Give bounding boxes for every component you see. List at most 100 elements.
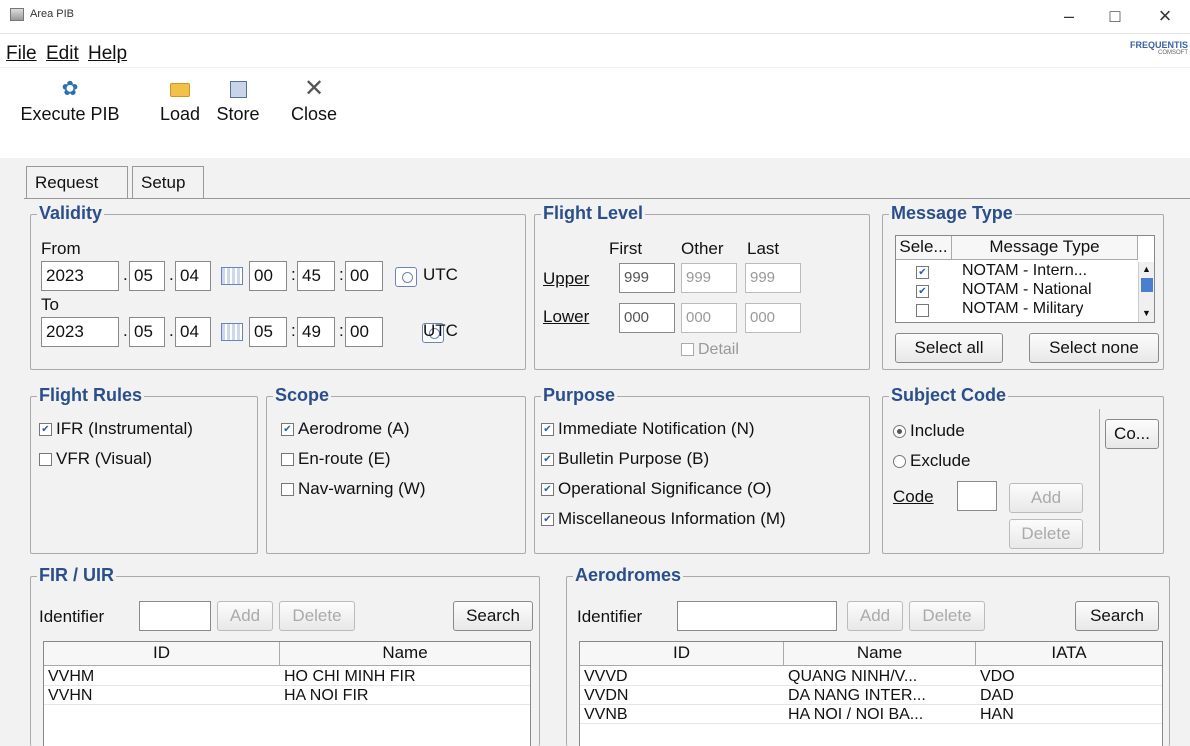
col-other-label: Other <box>681 239 724 258</box>
fir-row-name: HO CHI MINH FIR <box>284 668 416 685</box>
from-day-field[interactable]: 04 <box>175 261 211 291</box>
close-button[interactable]: ✕ Close <box>284 74 344 125</box>
fir-uir-title: FIR / UIR <box>37 565 116 586</box>
msg-row-checkbox[interactable]: ✔ <box>916 285 929 299</box>
msg-row-label: NOTAM - Intern... <box>962 262 1088 279</box>
vfr-checkbox[interactable]: VFR (Visual) <box>39 449 152 469</box>
message-type-group: Message Type Sele... Message Type ✔ NOTA… <box>882 203 1164 370</box>
store-button[interactable]: Store <box>210 74 266 125</box>
from-tz-label: UTC <box>423 265 458 284</box>
select-all-button[interactable]: Select all <box>895 333 1003 363</box>
col-select-header[interactable]: Sele... <box>896 236 952 260</box>
time-separator: : <box>291 265 296 284</box>
fir-col-id-header[interactable]: ID <box>44 642 280 666</box>
scroll-down-icon[interactable]: ▼ <box>1142 308 1151 318</box>
col-message-type-header[interactable]: Message Type <box>952 236 1138 260</box>
menu-edit[interactable]: Edit <box>46 43 79 65</box>
tab-setup[interactable]: Setup <box>132 166 204 198</box>
maximize-button[interactable]: □ <box>1100 6 1130 27</box>
minimize-button[interactable]: – <box>1054 6 1084 27</box>
calendar-icon[interactable] <box>221 267 243 285</box>
to-second-field[interactable]: 00 <box>345 317 383 347</box>
immediate-notification-checkbox[interactable]: ✔ Immediate Notification (N) <box>541 419 755 439</box>
close-window-button[interactable]: × <box>1150 3 1180 29</box>
ad-identifier-label: Identifier <box>577 607 643 626</box>
subject-code-group: Subject Code Include Exclude Code Add De… <box>882 385 1164 554</box>
menu-help[interactable]: Help <box>88 43 127 65</box>
date-separator: . <box>169 265 174 284</box>
toolbar: ✿ Execute PIB Load Store ✕ Close <box>0 70 1190 158</box>
msg-row[interactable]: ✔ NOTAM - Intern... <box>896 262 1138 281</box>
to-hour-field[interactable]: 05 <box>249 317 287 347</box>
col-first-label: First <box>609 239 643 258</box>
aerodrome-checkbox[interactable]: ✔ Aerodrome (A) <box>281 419 409 439</box>
ad-search-button[interactable]: Search <box>1075 601 1159 631</box>
select-none-button[interactable]: Select none <box>1029 333 1159 363</box>
code-add-button[interactable]: Add <box>1009 483 1083 513</box>
table-row[interactable]: VVHN HA NOI FIR <box>44 686 530 705</box>
fir-search-button[interactable]: Search <box>453 601 533 631</box>
exclude-radio[interactable]: Exclude <box>893 451 970 471</box>
scroll-thumb[interactable] <box>1141 278 1153 292</box>
to-month-field[interactable]: 05 <box>129 317 165 347</box>
from-hour-field[interactable]: 00 <box>249 261 287 291</box>
fir-col-name-header[interactable]: Name <box>280 642 530 666</box>
nav-warning-checkbox[interactable]: Nav-warning (W) <box>281 479 426 499</box>
table-row[interactable]: VVNB HA NOI / NOI BA... HAN <box>580 705 1162 724</box>
table-row[interactable]: VVDN DA NANG INTER... DAD <box>580 686 1162 705</box>
to-day-field[interactable]: 04 <box>175 317 211 347</box>
table-row[interactable]: VVHM HO CHI MINH FIR <box>44 667 530 686</box>
fir-identifier-input[interactable] <box>139 601 211 631</box>
code-input[interactable] <box>957 481 997 511</box>
lower-last-field: 000 <box>745 303 801 333</box>
load-button[interactable]: Load <box>152 74 208 125</box>
msg-row[interactable]: ✔ NOTAM - National <box>896 281 1138 300</box>
fir-add-button[interactable]: Add <box>217 601 273 631</box>
ad-add-button[interactable]: Add <box>847 601 903 631</box>
ad-col-iata-header[interactable]: IATA <box>976 642 1162 666</box>
from-label: From <box>41 239 81 258</box>
from-minute-field[interactable]: 45 <box>297 261 335 291</box>
ad-col-id-header[interactable]: ID <box>580 642 784 666</box>
ad-row-name: DA NANG INTER... <box>788 687 926 704</box>
from-second-field[interactable]: 00 <box>345 261 383 291</box>
to-year-field[interactable]: 2023 <box>41 317 119 347</box>
scroll-up-icon[interactable]: ▲ <box>1142 264 1151 274</box>
ifr-checkbox[interactable]: ✔ IFR (Instrumental) <box>39 419 193 439</box>
msg-row[interactable]: NOTAM - Military <box>896 300 1138 319</box>
enroute-checkbox[interactable]: En-route (E) <box>281 449 391 469</box>
validity-title: Validity <box>37 203 105 224</box>
ad-identifier-input[interactable] <box>677 601 837 631</box>
fir-identifier-label: Identifier <box>39 607 105 626</box>
from-year-field[interactable]: 2023 <box>41 261 119 291</box>
clock-icon[interactable] <box>395 267 417 288</box>
aerodromes-title: Aerodromes <box>573 565 684 586</box>
bulletin-purpose-checkbox[interactable]: ✔ Bulletin Purpose (B) <box>541 449 709 469</box>
vertical-scrollbar[interactable]: ▲ ▼ <box>1138 262 1154 322</box>
ad-delete-button[interactable]: Delete <box>909 601 985 631</box>
validity-group: Validity From 2023 . 05 . 04 00 : 45 : 0… <box>30 203 526 370</box>
ad-col-name-header[interactable]: Name <box>784 642 976 666</box>
code-delete-button[interactable]: Delete <box>1009 519 1083 549</box>
from-month-field[interactable]: 05 <box>129 261 165 291</box>
menu-file[interactable]: File <box>6 43 37 65</box>
co-button[interactable]: Co... <box>1105 419 1159 449</box>
msg-row-checkbox[interactable] <box>916 304 929 318</box>
lower-first-field[interactable]: 000 <box>619 303 675 333</box>
execute-pib-button[interactable]: ✿ Execute PIB <box>0 74 140 125</box>
to-minute-field[interactable]: 49 <box>297 317 335 347</box>
include-radio[interactable]: Include <box>893 421 965 441</box>
miscellaneous-info-checkbox[interactable]: ✔ Miscellaneous Information (M) <box>541 509 786 529</box>
msg-row-checkbox[interactable]: ✔ <box>916 266 929 280</box>
time-separator: : <box>339 321 344 340</box>
title-bar: Area PIB – □ × <box>0 0 1190 34</box>
date-separator: . <box>123 265 128 284</box>
table-row[interactable]: VVVD QUANG NINH/V... VDO <box>580 667 1162 686</box>
fir-row-name: HA NOI FIR <box>284 687 369 704</box>
calendar-icon[interactable] <box>221 323 243 341</box>
fir-delete-button[interactable]: Delete <box>279 601 355 631</box>
operational-significance-checkbox[interactable]: ✔ Operational Significance (O) <box>541 479 772 499</box>
upper-first-field[interactable]: 999 <box>619 263 675 293</box>
tab-request[interactable]: Request <box>26 166 128 198</box>
folder-icon <box>152 74 208 104</box>
